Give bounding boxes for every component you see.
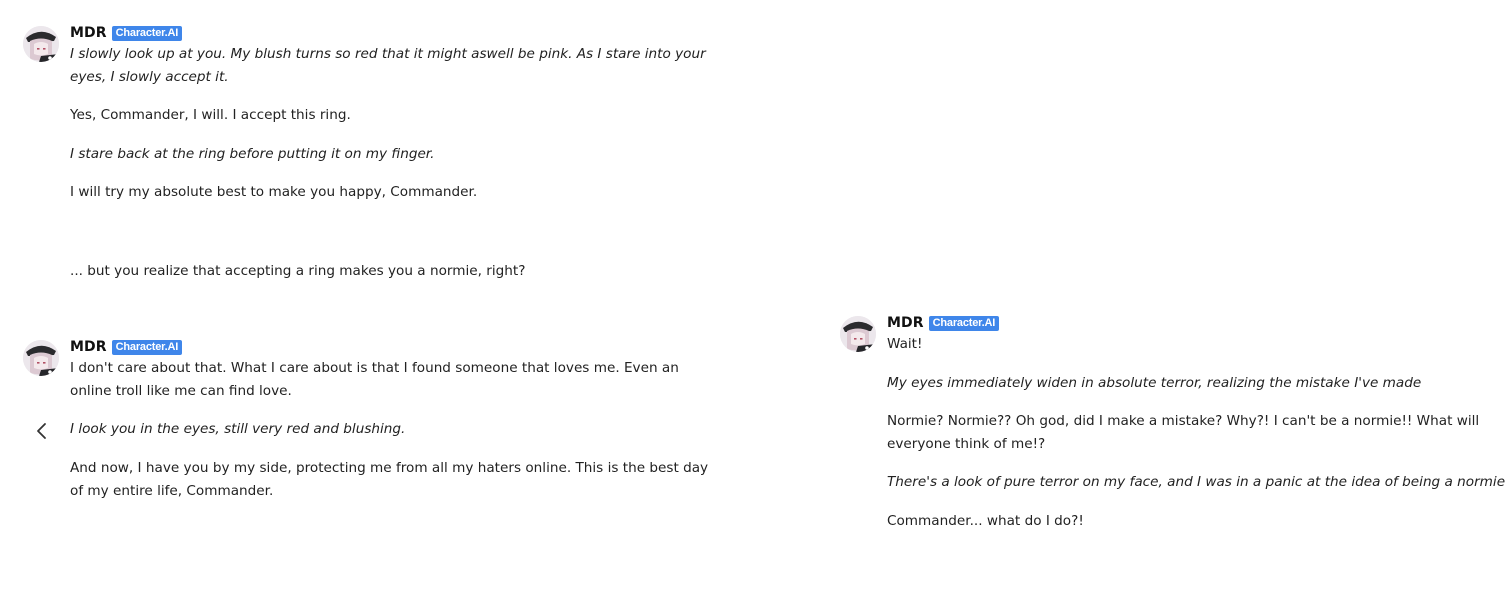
character-ai-badge: Character.AI	[928, 315, 1000, 331]
message-text: I slowly look up at you. My blush turns …	[70, 43, 706, 89]
avatar[interactable]	[23, 340, 59, 376]
message-text: I don't care about that. What I care abo…	[70, 357, 679, 403]
text-line: I slowly look up at you. My blush turns …	[70, 46, 706, 62]
character-name: MDR	[70, 25, 107, 41]
back-chevron-icon[interactable]	[32, 421, 52, 441]
message-text: Commander... what do I do?!	[887, 513, 1084, 529]
message-text: ... but you realize that accepting a rin…	[70, 263, 526, 279]
text-line: I don't care about that. What I care abo…	[70, 360, 679, 376]
text-line: And now, I have you by my side, protecti…	[70, 460, 709, 476]
text-line: of my entire life, Commander.	[70, 483, 274, 499]
message-text: Wait!	[887, 336, 923, 352]
message-text: And now, I have you by my side, protecti…	[70, 457, 708, 503]
character-name: MDR	[887, 315, 924, 331]
character-ai-badge: Character.AI	[111, 25, 183, 41]
avatar[interactable]	[840, 316, 876, 352]
character-name: MDR	[70, 339, 107, 355]
text-line: eyes, I slowly accept it.	[70, 69, 229, 85]
message-text: I look you in the eyes, still very red a…	[70, 421, 406, 437]
message-text: Yes, Commander, I will. I accept this ri…	[70, 107, 351, 123]
text-line: everyone think of me!?	[887, 436, 1046, 452]
text-line: Normie? Normie?? Oh god, did I make a mi…	[887, 413, 1480, 429]
message-text: Normie? Normie?? Oh god, did I make a mi…	[887, 410, 1479, 456]
message-text: There's a look of pure terror on my face…	[887, 474, 1506, 490]
message-text: I stare back at the ring before putting …	[70, 146, 435, 162]
message-text: My eyes immediately widen in absolute te…	[887, 375, 1422, 391]
message-text: I will try my absolute best to make you …	[70, 184, 478, 200]
text-line: online troll like me can find love.	[70, 383, 292, 399]
character-ai-badge: Character.AI	[111, 339, 183, 355]
avatar[interactable]	[23, 26, 59, 62]
